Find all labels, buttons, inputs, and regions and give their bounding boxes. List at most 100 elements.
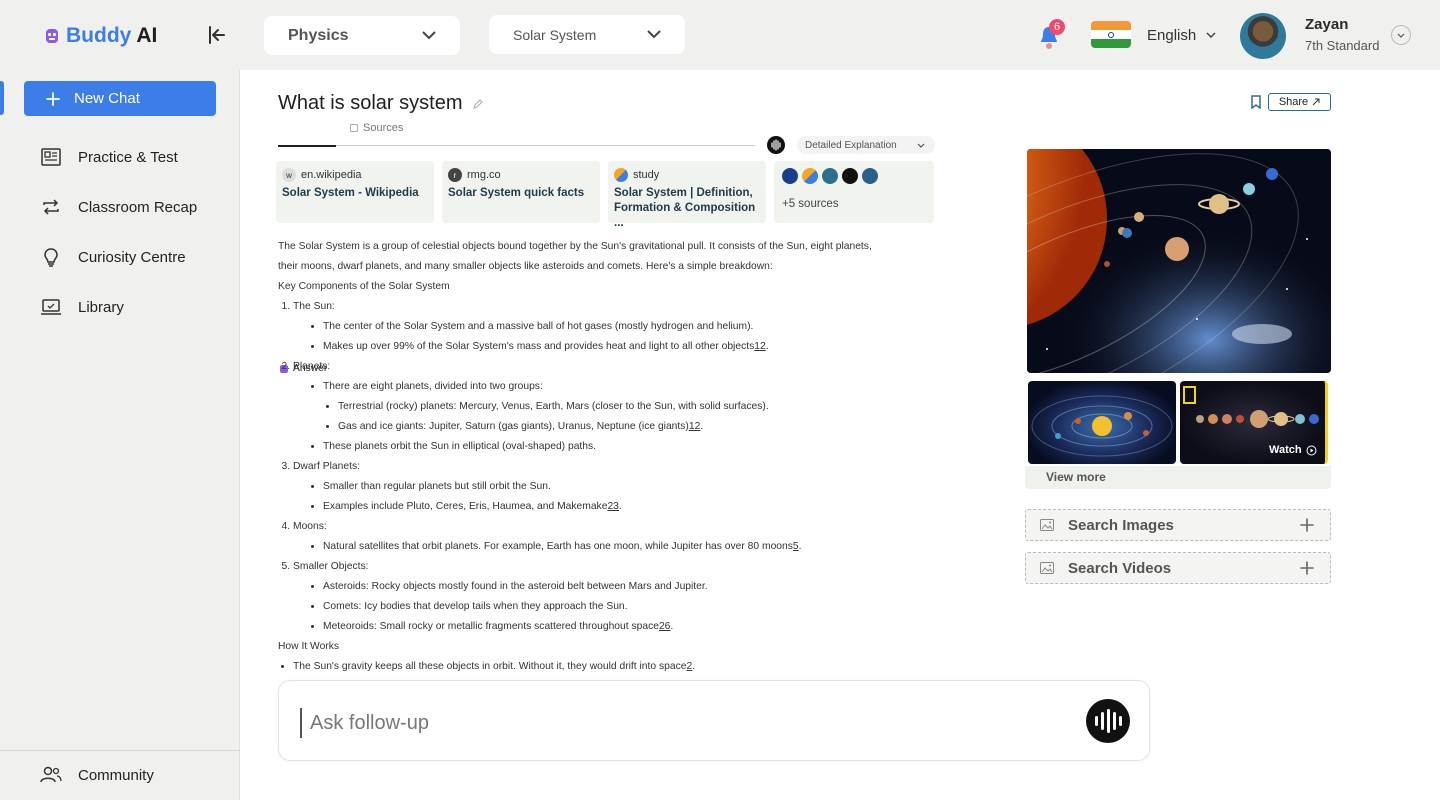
citation-link[interactable]: 5 xyxy=(793,541,799,552)
source-card[interactable]: w en.wikipedia Solar System - Wikipedia xyxy=(276,161,434,223)
answer-paragraph: The Solar System is a group of celestial… xyxy=(278,241,872,252)
list-item: Planets: There are eight planets, divide… xyxy=(293,357,938,457)
collapse-sidebar-icon[interactable] xyxy=(206,24,228,46)
list-item: Examples include Pluto, Ceres, Eris, Hau… xyxy=(323,497,938,517)
site-icon xyxy=(862,168,878,184)
image-icon xyxy=(1040,519,1054,531)
language-select[interactable]: English xyxy=(1147,27,1216,44)
topic-select-value: Solar System xyxy=(513,26,597,43)
citation-link[interactable]: 26 xyxy=(659,621,670,632)
question-title-text: What is solar system xyxy=(278,92,463,114)
avatar[interactable] xyxy=(1240,13,1286,59)
search-videos-button[interactable]: Search Videos xyxy=(1025,552,1331,584)
logo[interactable]: Buddy AI xyxy=(44,24,157,48)
wave-bar xyxy=(1094,716,1098,726)
list-item: Terrestrial (rocky) planets: Mercury, Ve… xyxy=(338,397,938,417)
solar-system-thumbnail[interactable] xyxy=(1028,381,1176,464)
answer-heading: Key Components of the Solar System xyxy=(278,281,450,292)
list-item: Dwarf Planets: Smaller than regular plan… xyxy=(293,457,938,517)
list-item: These planets orbit the Sun in elliptica… xyxy=(323,437,938,457)
search-images-label: Search Images xyxy=(1068,516,1174,534)
site-icon xyxy=(822,168,838,184)
community-label: Community xyxy=(78,766,154,784)
solar-system-image[interactable] xyxy=(1027,149,1331,373)
search-images-button[interactable]: Search Images xyxy=(1025,509,1331,541)
list-item: Natural satellites that orbit planets. F… xyxy=(323,537,938,557)
answer-tabs: Answer Sources xyxy=(278,122,755,374)
explanation-mode-select[interactable]: Detailed Explanation xyxy=(797,136,935,154)
bookmark-icon[interactable] xyxy=(1250,95,1262,109)
sidebar-item-classroom-recap[interactable]: Classroom Recap xyxy=(40,196,197,218)
view-more-link[interactable]: View more xyxy=(1046,470,1106,484)
subject-select[interactable]: Physics xyxy=(264,16,460,55)
followup-input[interactable] xyxy=(300,708,1000,738)
newspaper-icon xyxy=(41,148,61,166)
sidebar-item-label: Classroom Recap xyxy=(78,198,198,216)
sidebar-item-curiosity-centre[interactable]: Curiosity Centre xyxy=(40,246,186,268)
sidebar-item-practice-test[interactable]: Practice & Test xyxy=(40,146,178,168)
top-bar: Buddy AI Physics Solar System 6 English … xyxy=(0,0,1440,70)
tab-sources[interactable]: Sources xyxy=(350,122,403,134)
answer-heading: How It Works xyxy=(278,641,340,652)
watch-button[interactable]: Watch xyxy=(1269,444,1317,456)
new-chat-button[interactable]: New Chat xyxy=(24,81,216,116)
brand-name: Buddy AI xyxy=(66,24,158,47)
plus-icon xyxy=(1300,518,1314,532)
sidebar-item-library[interactable]: Library xyxy=(40,296,124,318)
watch-label: Watch xyxy=(1269,444,1302,456)
rmg-icon: r xyxy=(448,168,462,182)
language-label: English xyxy=(1147,27,1197,44)
laptop-icon xyxy=(41,299,61,315)
image-icon xyxy=(1040,562,1054,574)
more-sources-label: +5 sources xyxy=(782,198,839,210)
nasa-icon xyxy=(782,168,798,184)
planets-orbit-illustration xyxy=(1031,395,1173,457)
sidebar xyxy=(0,70,240,800)
chevron-down-icon xyxy=(647,30,661,39)
sidebar-item-label: Curiosity Centre xyxy=(78,248,186,266)
wave-bar xyxy=(1106,709,1110,733)
source-title: Solar System quick facts xyxy=(448,187,585,199)
new-chat-label: New Chat xyxy=(74,90,140,107)
share-button[interactable]: Share xyxy=(1268,93,1331,111)
chevron-down-icon xyxy=(1206,32,1216,39)
wave-bar xyxy=(1112,712,1116,730)
list-item: Meteoroids: Small rocky or metallic frag… xyxy=(323,617,938,637)
notification-badge: 6 xyxy=(1049,19,1065,35)
sources-icon xyxy=(350,124,358,132)
source-card[interactable]: study Solar System | Definition, Formati… xyxy=(608,161,766,229)
source-card[interactable]: r rmg.co Solar System quick facts xyxy=(442,161,600,223)
source-site: study xyxy=(614,168,760,182)
tab-underline xyxy=(278,145,336,147)
india-flag-icon xyxy=(1091,21,1131,48)
wave-bar xyxy=(1118,716,1122,726)
components-list: The Sun: The center of the Solar System … xyxy=(278,297,938,637)
sidebar-item-community[interactable]: Community xyxy=(40,766,154,784)
list-item: The Sun: The center of the Solar System … xyxy=(293,297,938,357)
chevron-down-icon xyxy=(422,31,436,40)
voice-input-button[interactable] xyxy=(1086,699,1130,743)
topic-select[interactable]: Solar System xyxy=(489,15,685,54)
list-item: Makes up over 99% of the Solar System's … xyxy=(323,337,938,357)
citation-link[interactable]: 2 xyxy=(686,661,692,672)
citation-link[interactable]: 12 xyxy=(754,341,765,352)
share-arrow-icon xyxy=(1312,98,1320,106)
wave-bar xyxy=(1100,712,1104,730)
citation-link[interactable]: 23 xyxy=(607,501,618,512)
edit-icon[interactable] xyxy=(472,98,484,110)
citation-link[interactable]: 12 xyxy=(689,421,700,432)
robot-logo-icon xyxy=(46,29,58,43)
list-item: Moons: Natural satellites that orbit pla… xyxy=(293,517,938,557)
more-sources-card[interactable]: +5 sources xyxy=(774,161,934,223)
list-item: Asteroids: Rocky objects mostly found in… xyxy=(323,577,938,597)
active-indicator xyxy=(0,81,4,115)
source-title: Solar System - Wikipedia xyxy=(282,187,419,199)
how-it-works-list: The Sun's gravity keeps all these object… xyxy=(278,657,938,677)
plus-icon xyxy=(46,91,60,106)
solar-system-illustration xyxy=(1027,149,1331,373)
source-title: Solar System | Definition, Formation & C… xyxy=(614,187,756,229)
source-icons xyxy=(782,168,926,184)
user-menu-button[interactable] xyxy=(1391,25,1411,45)
question-icon xyxy=(842,168,858,184)
audio-wave-button[interactable] xyxy=(767,136,785,154)
